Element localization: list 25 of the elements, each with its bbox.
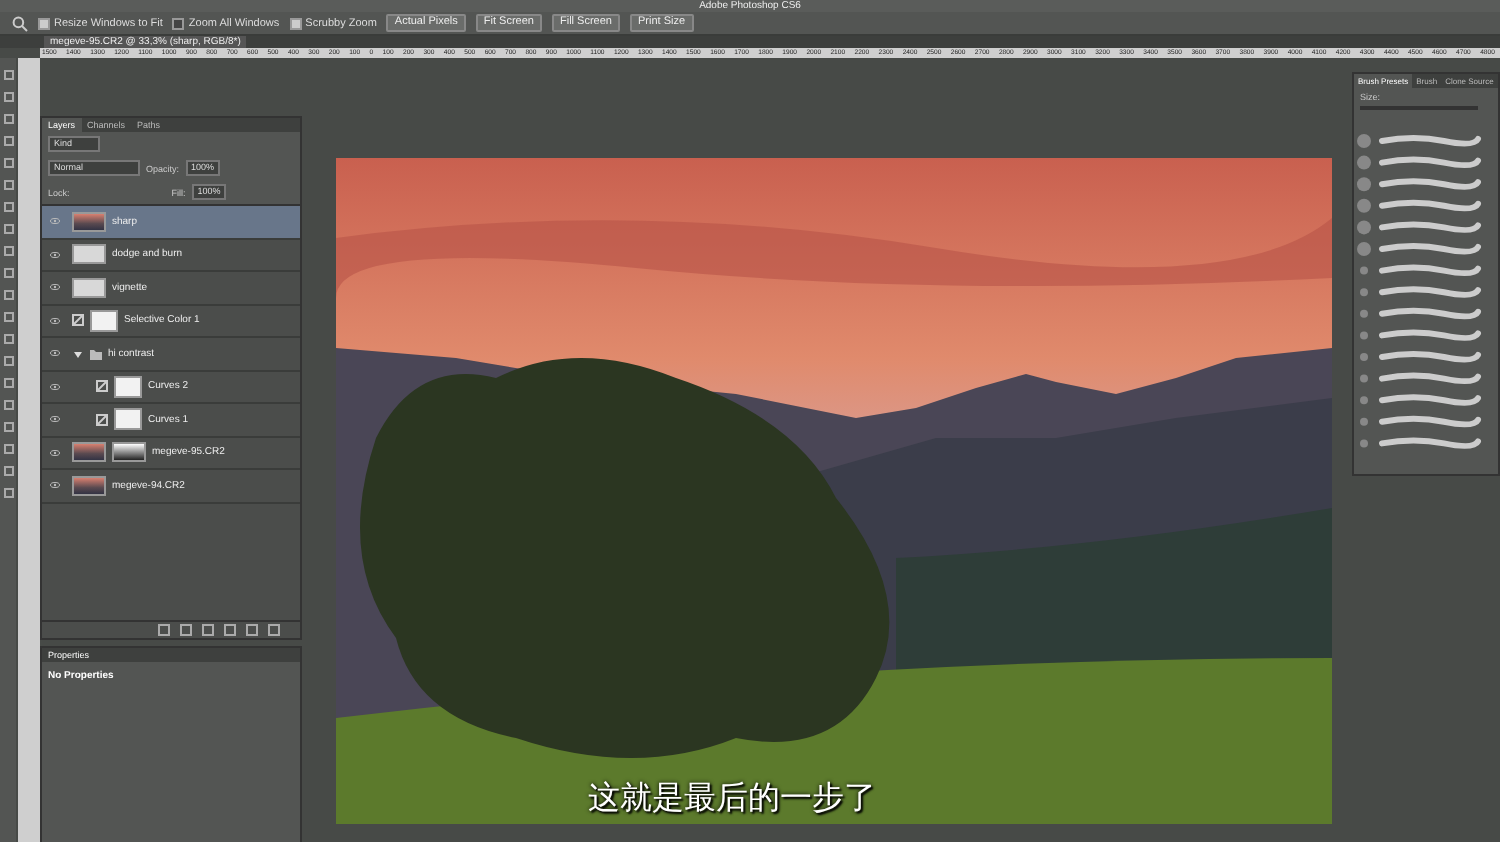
layer-thumbnail: [72, 475, 106, 496]
layer-thumbnail: [72, 442, 106, 463]
adjustment-icon: [96, 380, 108, 393]
eye-icon[interactable]: [50, 218, 60, 225]
layer-thumbnail: [72, 277, 106, 298]
layer-thumbnail: [72, 244, 106, 265]
eye-icon[interactable]: [50, 317, 60, 324]
eye-icon[interactable]: [50, 449, 60, 456]
layer-thumbnail: [72, 211, 106, 232]
zoom-icon[interactable]: [12, 15, 28, 31]
folder-icon: [90, 347, 102, 360]
eye-icon[interactable]: [50, 350, 60, 357]
layer-mask-thumbnail: [112, 442, 146, 463]
caret-icon[interactable]: [72, 347, 84, 360]
layer-mask-thumbnail: [114, 375, 142, 398]
eye-icon[interactable]: [50, 416, 60, 423]
layer-mask-thumbnail: [90, 309, 118, 332]
video-subtitle: 这就是最后的一步了: [588, 779, 876, 820]
eye-icon[interactable]: [50, 284, 60, 291]
eye-icon[interactable]: [50, 482, 60, 489]
layer-mask-thumbnail: [114, 408, 142, 431]
adjustment-icon: [72, 314, 84, 327]
eye-icon[interactable]: [50, 383, 60, 390]
adjustment-icon: [96, 413, 108, 426]
eye-icon[interactable]: [50, 251, 60, 258]
